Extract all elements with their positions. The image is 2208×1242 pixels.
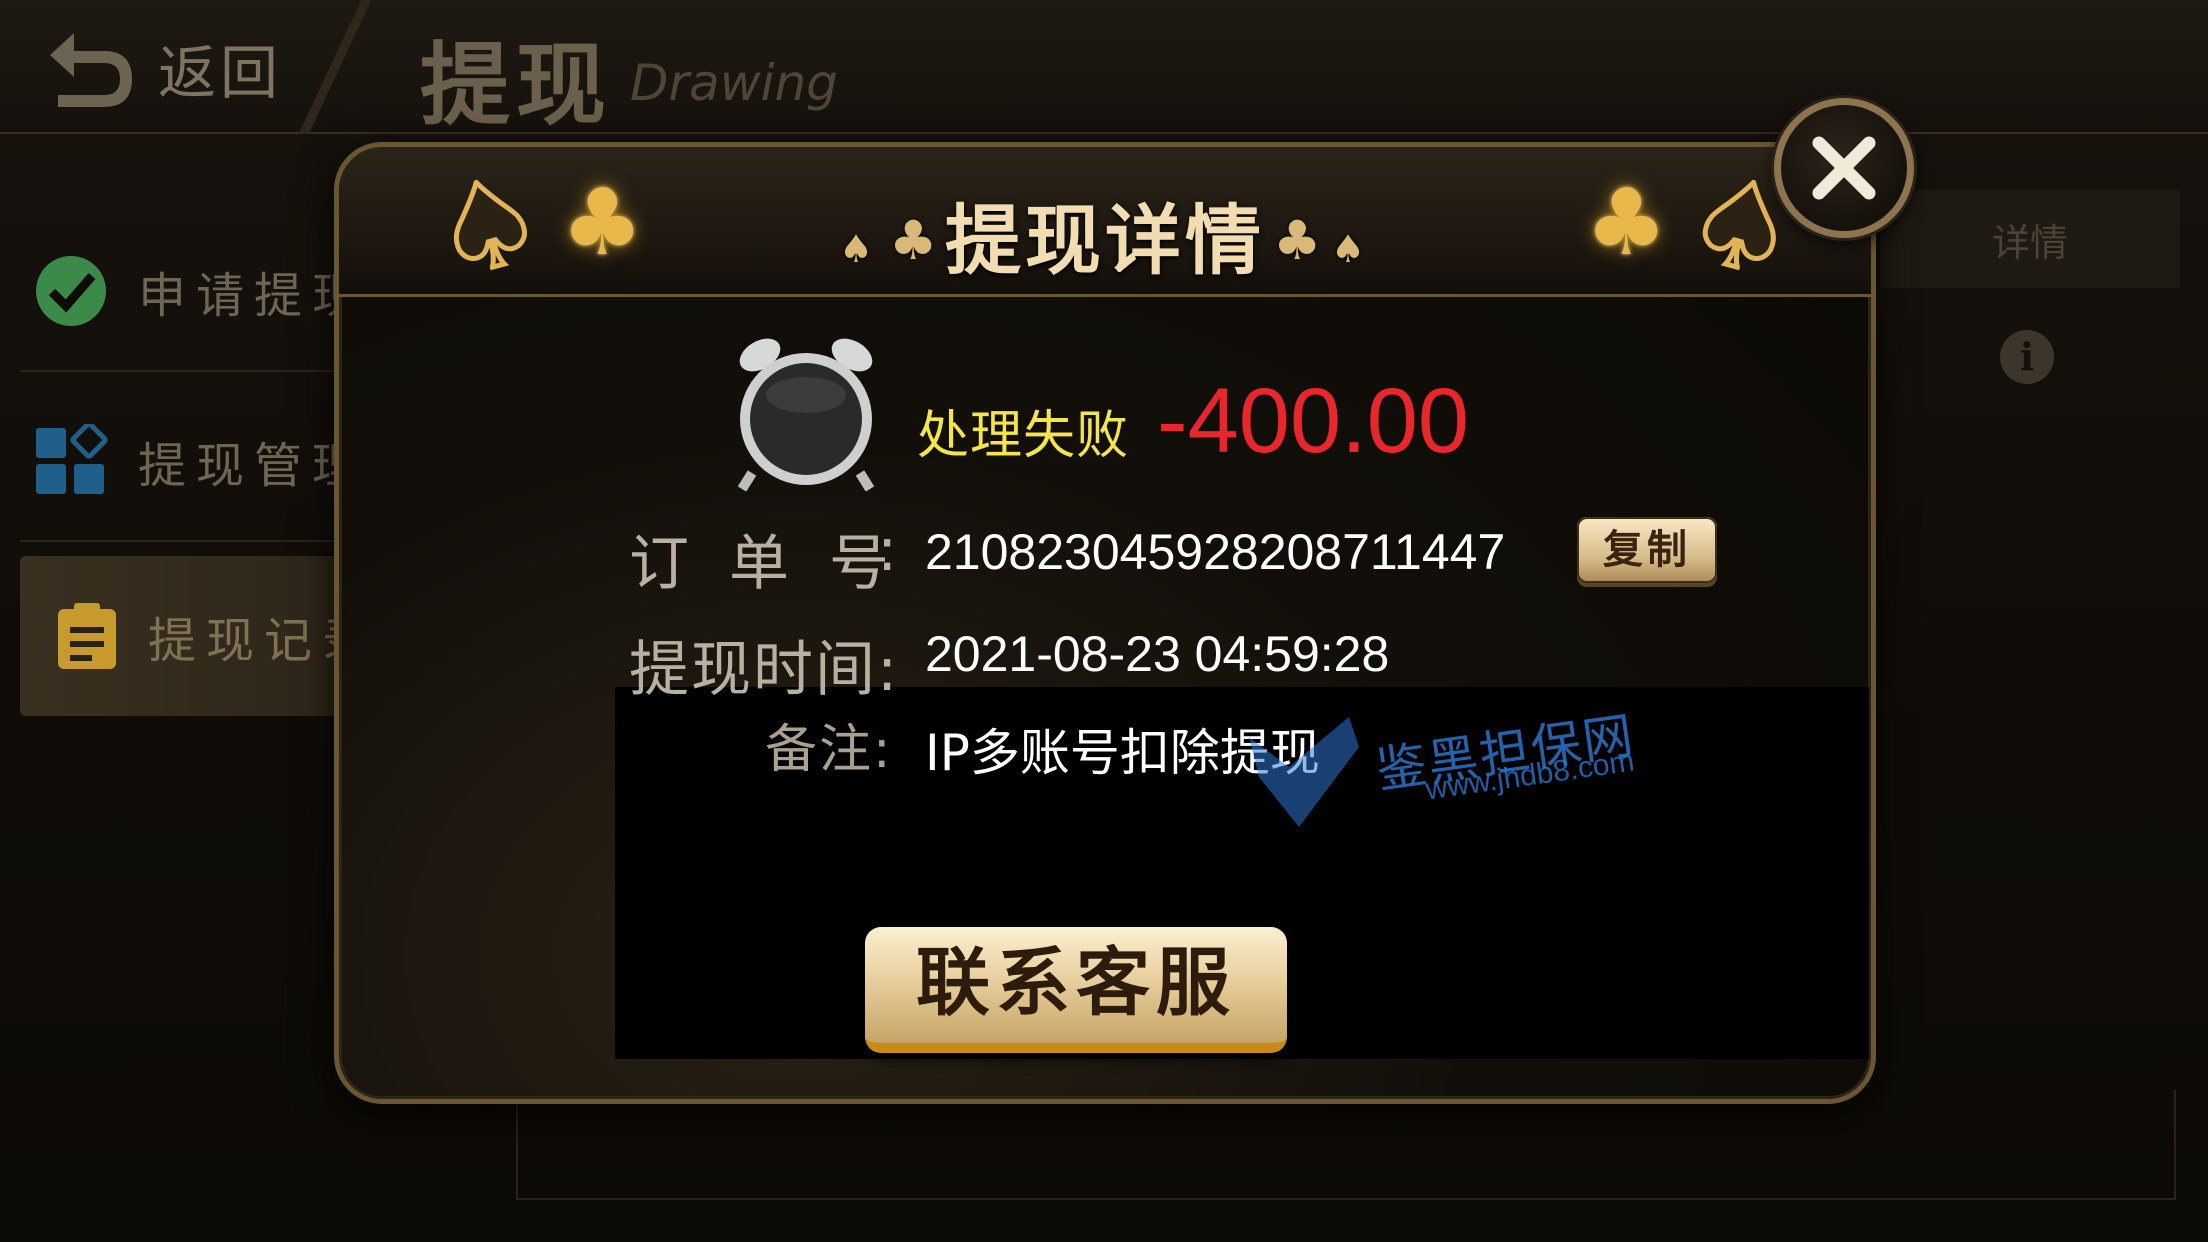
withdraw-detail-dialog: ♠ ♣ ♠ ♣ 提现详情 ♣ ♠ ♣ ♠ 处理失败 -400.00 订单号 : … [334,142,1876,1104]
page-subtitle: Drawing [630,54,838,112]
spade-small-icon: ♠ [1331,227,1366,271]
back-label: 返回 [158,39,283,107]
check-circle-icon [36,256,106,326]
dialog-header: ♠ ♣ ♠ ♣ 提现详情 ♣ ♠ ♣ ♠ [339,147,1871,309]
table-frame [516,1090,2176,1200]
order-number-value: 210823045928208711447 [925,524,1506,580]
close-button[interactable] [1774,98,1914,238]
copy-button[interactable]: 复制 [1577,517,1717,583]
withdraw-time-label: 提现时间: [629,635,900,705]
close-icon [1812,136,1876,200]
title-divider [298,0,372,134]
clipboard-icon [58,603,116,669]
details-column-label: 详情 [1991,220,2068,265]
order-number-colon: : [877,515,900,585]
grid-diamond-icon [36,424,108,494]
withdraw-time-value: 2021-08-23 04:59:28 [925,626,1390,682]
details-column-header: 详情 [1880,190,2180,288]
alarm-clock-icon [737,338,875,491]
club-decoration-icon: ♣ [1585,169,1668,276]
amount-text: -400.00 [1157,370,1470,472]
back-arrow-icon [50,33,132,107]
note-label: 备注: [765,720,893,780]
info-icon[interactable]: i [2000,330,2054,384]
back-button[interactable]: 返回 [44,18,282,118]
page-title: 提现 [420,33,612,138]
status-text: 处理失败 [917,406,1130,466]
contact-support-button[interactable]: 联系客服 [865,927,1287,1053]
club-small-icon: ♣ [1273,209,1322,272]
